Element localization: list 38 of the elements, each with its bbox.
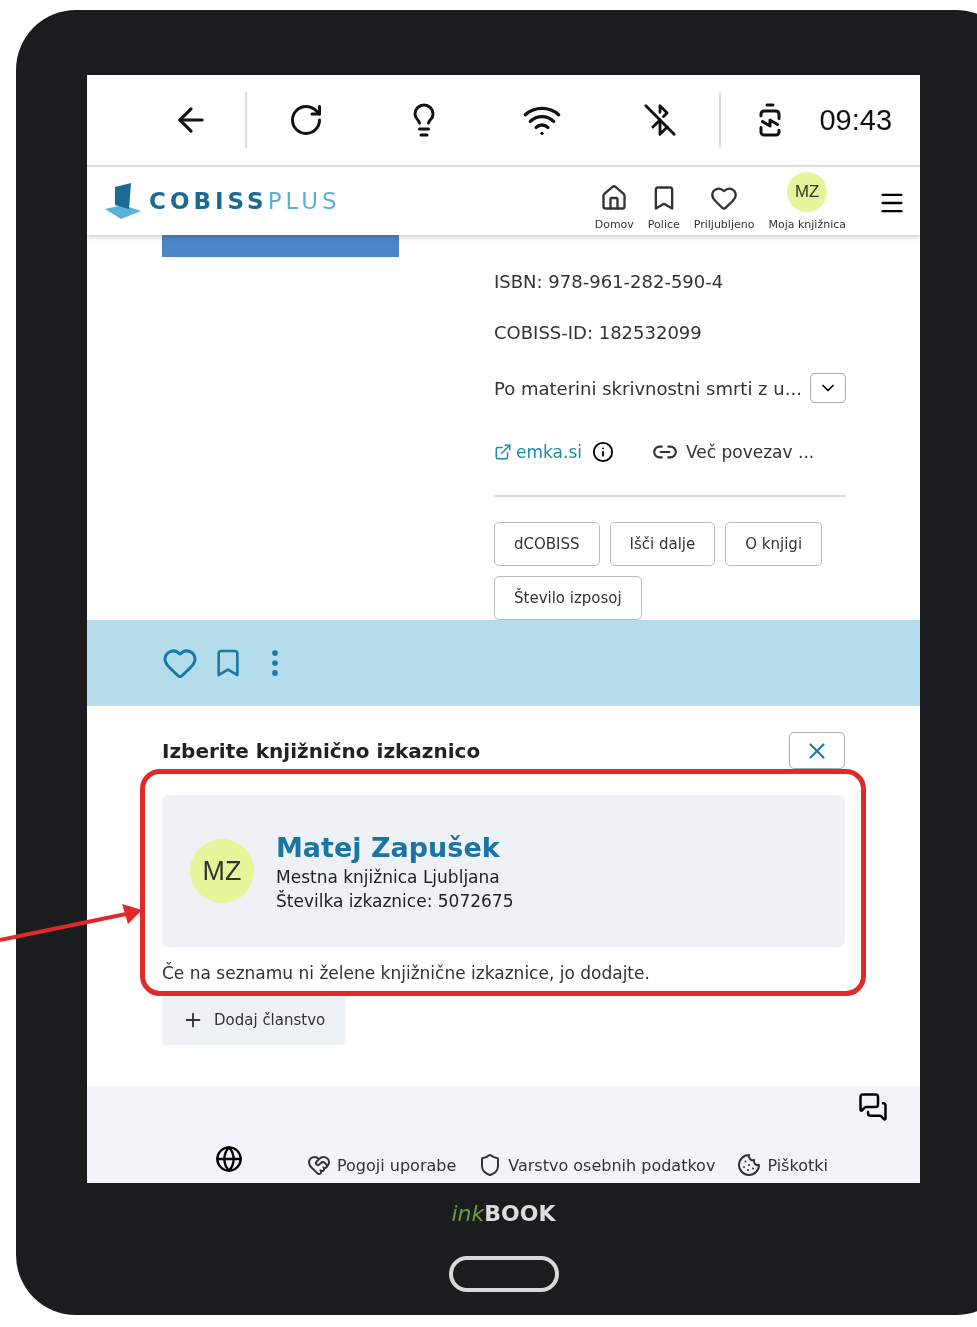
card-number: Številka izkaznice: 5072675 — [276, 890, 514, 911]
cobiss-id-text: COBISS-ID: 182532099 — [494, 322, 702, 343]
library-name: Mestna knjižnica Ljubljana — [276, 866, 501, 887]
brand-logo: inkBOOK — [451, 1201, 556, 1226]
nav-link[interactable]: MZ Moja knjižnica — [768, 171, 846, 231]
user-avatar: MZ — [190, 839, 254, 903]
dialog-title: Izberite knjižnično izkaznico — [162, 738, 481, 763]
home-key[interactable] — [448, 1256, 559, 1292]
user-avatar: MZ — [787, 171, 828, 212]
action-button[interactable]: Število izposoj — [494, 576, 642, 620]
nav-link[interactable]: Priljubljeno — [693, 183, 755, 231]
close-button[interactable] — [789, 732, 845, 769]
nav-link[interactable]: Police — [647, 183, 680, 231]
footer-link[interactable]: Pogoji uporabe — [307, 1153, 457, 1177]
isbn-text: ISBN: 978-961-282-590-4 — [494, 271, 725, 292]
clock-time: 09:43 — [819, 103, 892, 137]
action-button[interactable]: dCOBISS — [494, 522, 600, 566]
logo-subtext: PLUS — [267, 188, 341, 214]
cookie-icon — [737, 1153, 762, 1177]
library-card-item[interactable]: MZ Matej Zapušek Mestna knjižnica Ljubljana Številka izkaznice: 5072675 — [162, 795, 845, 947]
external-link[interactable]: emka.si — [494, 442, 582, 462]
info-icon[interactable] — [591, 441, 614, 463]
footer-link[interactable]: Piškotki — [737, 1153, 828, 1177]
series-title: Po materini skrivnostni smrti z u... — [494, 377, 802, 399]
chat-icon[interactable] — [858, 1092, 888, 1122]
add-membership-button[interactable]: Dodaj članstvo — [162, 995, 346, 1045]
external-link-icon — [494, 443, 512, 461]
globe-icon[interactable] — [215, 1145, 243, 1173]
member-name: Matej Zapušek — [276, 831, 501, 863]
bluetooth-off-icon[interactable] — [643, 103, 678, 137]
footer-link[interactable]: Varstvo osebnih podatkov — [478, 1153, 716, 1177]
logo-text: COBISS — [149, 188, 268, 214]
action-button[interactable]: Išči dalje — [609, 522, 716, 566]
more-links-link[interactable]: Več povezav ... — [651, 439, 815, 465]
home-icon — [600, 183, 629, 212]
nav-link[interactable]: Domov — [594, 183, 634, 231]
hint-text: Če na seznamu ni želene knjižnične izkaznice, jo dodajte. — [162, 963, 651, 983]
action-button[interactable]: O knjigi — [725, 522, 823, 566]
